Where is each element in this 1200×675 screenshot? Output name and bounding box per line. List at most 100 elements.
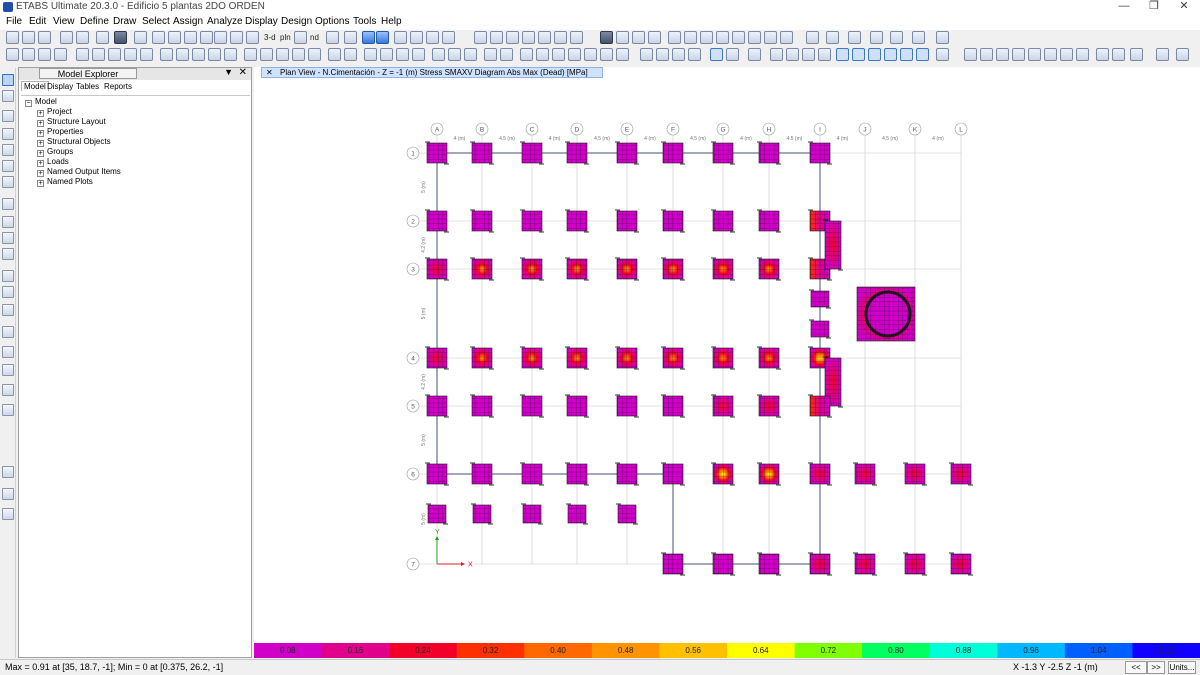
combo-d-icon[interactable] xyxy=(1130,48,1143,61)
draw-section-cut-icon[interactable] xyxy=(2,326,14,338)
pin-icon[interactable]: ▼ xyxy=(224,67,233,77)
display-story-icon[interactable] xyxy=(732,31,745,44)
tree-node-structural-objects[interactable]: + Structural Objects xyxy=(37,137,111,147)
draw-point-icon[interactable] xyxy=(2,270,14,282)
measure-tool-icon[interactable] xyxy=(848,31,861,44)
expand-icon[interactable]: + xyxy=(37,130,44,137)
define-load-pattern-icon[interactable] xyxy=(276,48,289,61)
draw-dimension-icon[interactable] xyxy=(2,304,14,316)
export-icon[interactable] xyxy=(500,48,513,61)
select-all-icon[interactable] xyxy=(6,48,19,61)
tree-node-properties[interactable]: + Properties xyxy=(37,127,83,137)
assign-mass-icon[interactable] xyxy=(224,48,237,61)
snap-endpoint-icon[interactable] xyxy=(616,48,629,61)
display-reactions-icon[interactable] xyxy=(648,31,661,44)
show-shells-icon[interactable] xyxy=(748,48,761,61)
draw-strip-icon[interactable] xyxy=(2,384,14,396)
draw-beam-tool-icon[interactable] xyxy=(2,144,14,156)
assign-joint-icon[interactable] xyxy=(76,48,89,61)
snap-intersection-icon[interactable] xyxy=(552,48,565,61)
frame-offset-icon[interactable] xyxy=(980,48,993,61)
save-icon[interactable] xyxy=(38,31,51,44)
draw-slab-icon[interactable] xyxy=(554,31,567,44)
move-up-icon[interactable] xyxy=(362,31,375,44)
draw-wall-icon[interactable] xyxy=(538,31,551,44)
display-drift-icon[interactable] xyxy=(748,31,761,44)
design-slab-icon[interactable] xyxy=(412,48,425,61)
show-frames-icon[interactable] xyxy=(726,48,739,61)
display-deformed-icon[interactable] xyxy=(600,31,613,44)
select-previous-icon[interactable] xyxy=(2,488,14,500)
design-wall-icon[interactable] xyxy=(396,48,409,61)
clear-selection-icon[interactable] xyxy=(54,48,67,61)
expand-icon[interactable]: + xyxy=(37,120,44,127)
draw-column-icon[interactable] xyxy=(506,31,519,44)
menu-view[interactable]: View xyxy=(53,16,75,27)
snap-offset-icon[interactable] xyxy=(688,48,701,61)
undo-icon[interactable] xyxy=(60,31,73,44)
menu-analyze[interactable]: Analyze xyxy=(207,16,243,27)
show-joints-icon[interactable] xyxy=(710,48,723,61)
display-table-icon[interactable] xyxy=(684,31,697,44)
assign-shell-icon[interactable] xyxy=(108,48,121,61)
zoom-window-icon[interactable] xyxy=(152,31,165,44)
zoom-in-icon[interactable] xyxy=(168,31,181,44)
time-history-icon[interactable] xyxy=(1112,48,1125,61)
plan-view-button[interactable]: pln xyxy=(280,31,291,44)
tab-display[interactable]: Display xyxy=(47,82,73,91)
assign-link-icon[interactable] xyxy=(124,48,137,61)
combo-values-icon[interactable] xyxy=(1156,48,1169,61)
snap-line-icon[interactable] xyxy=(536,48,549,61)
snap-midpoint-icon[interactable] xyxy=(600,48,613,61)
view-3d-button[interactable]: 3-d xyxy=(264,31,276,44)
snap-extension-icon[interactable] xyxy=(640,48,653,61)
display-forces-icon[interactable] xyxy=(616,31,629,44)
node-tool-icon[interactable] xyxy=(912,31,925,44)
assign-diaphragm-icon[interactable] xyxy=(208,48,221,61)
zoom-previous-icon[interactable] xyxy=(214,31,227,44)
display-loads-icon[interactable] xyxy=(668,31,681,44)
units-button[interactable]: Units... xyxy=(1168,661,1196,674)
tree-node-structure-layout[interactable]: + Structure Layout xyxy=(37,117,106,127)
draw-brace-tool-icon[interactable] xyxy=(2,160,14,172)
menu-options[interactable]: Options xyxy=(315,16,349,27)
reshape-icon[interactable] xyxy=(2,90,14,102)
snap-parallel-icon[interactable] xyxy=(656,48,669,61)
expand-icon[interactable]: + xyxy=(37,160,44,167)
object-shrink-icon[interactable] xyxy=(394,31,407,44)
menu-assign[interactable]: Assign xyxy=(173,16,203,27)
menu-tools[interactable]: Tools xyxy=(353,16,376,27)
tree-node-named-output-items[interactable]: + Named Output Items xyxy=(37,167,121,177)
assign-spring-icon[interactable] xyxy=(192,48,205,61)
draw-grid-icon[interactable] xyxy=(2,346,14,358)
define-material-icon[interactable] xyxy=(244,48,257,61)
tab-tables[interactable]: Tables xyxy=(76,82,99,91)
assign-restraint-icon[interactable] xyxy=(176,48,189,61)
draw-brace-icon[interactable] xyxy=(490,31,503,44)
response-spectrum-icon[interactable] xyxy=(1096,48,1109,61)
tree-node-model[interactable]: − Model xyxy=(25,97,57,107)
show-labels-icon[interactable] xyxy=(802,48,815,61)
menu-select[interactable]: Select xyxy=(142,16,170,27)
replicate-icon[interactable] xyxy=(328,48,341,61)
plan-view-viewport[interactable]: A B C D E F G H I J K L 4 (m) 4.5 (m) 4 (m) 4.5 (m) 4 (m… xyxy=(254,67,1200,658)
open-icon[interactable] xyxy=(22,31,35,44)
expand-icon[interactable]: + xyxy=(37,150,44,157)
grid-icon[interactable] xyxy=(246,31,259,44)
define-combo-icon[interactable] xyxy=(308,48,321,61)
pointer-select-icon[interactable] xyxy=(2,74,14,86)
fill-icon[interactable] xyxy=(442,31,455,44)
expand-icon[interactable]: + xyxy=(37,180,44,187)
perspective-icon[interactable] xyxy=(344,31,357,44)
close-button[interactable]: ✕ xyxy=(1170,0,1198,14)
select-all-tool-icon[interactable] xyxy=(2,466,14,478)
draw-wall-tool-icon[interactable] xyxy=(2,232,14,244)
close-view-icon[interactable]: ✕ xyxy=(266,68,273,77)
show-sections-icon[interactable] xyxy=(818,48,831,61)
draw-link-icon[interactable] xyxy=(2,286,14,298)
report-icon[interactable] xyxy=(484,48,497,61)
view-plan-icon[interactable] xyxy=(836,48,849,61)
snap-point-icon[interactable] xyxy=(520,48,533,61)
snap-tangent-icon[interactable] xyxy=(672,48,685,61)
frame-axial-icon[interactable] xyxy=(1060,48,1073,61)
